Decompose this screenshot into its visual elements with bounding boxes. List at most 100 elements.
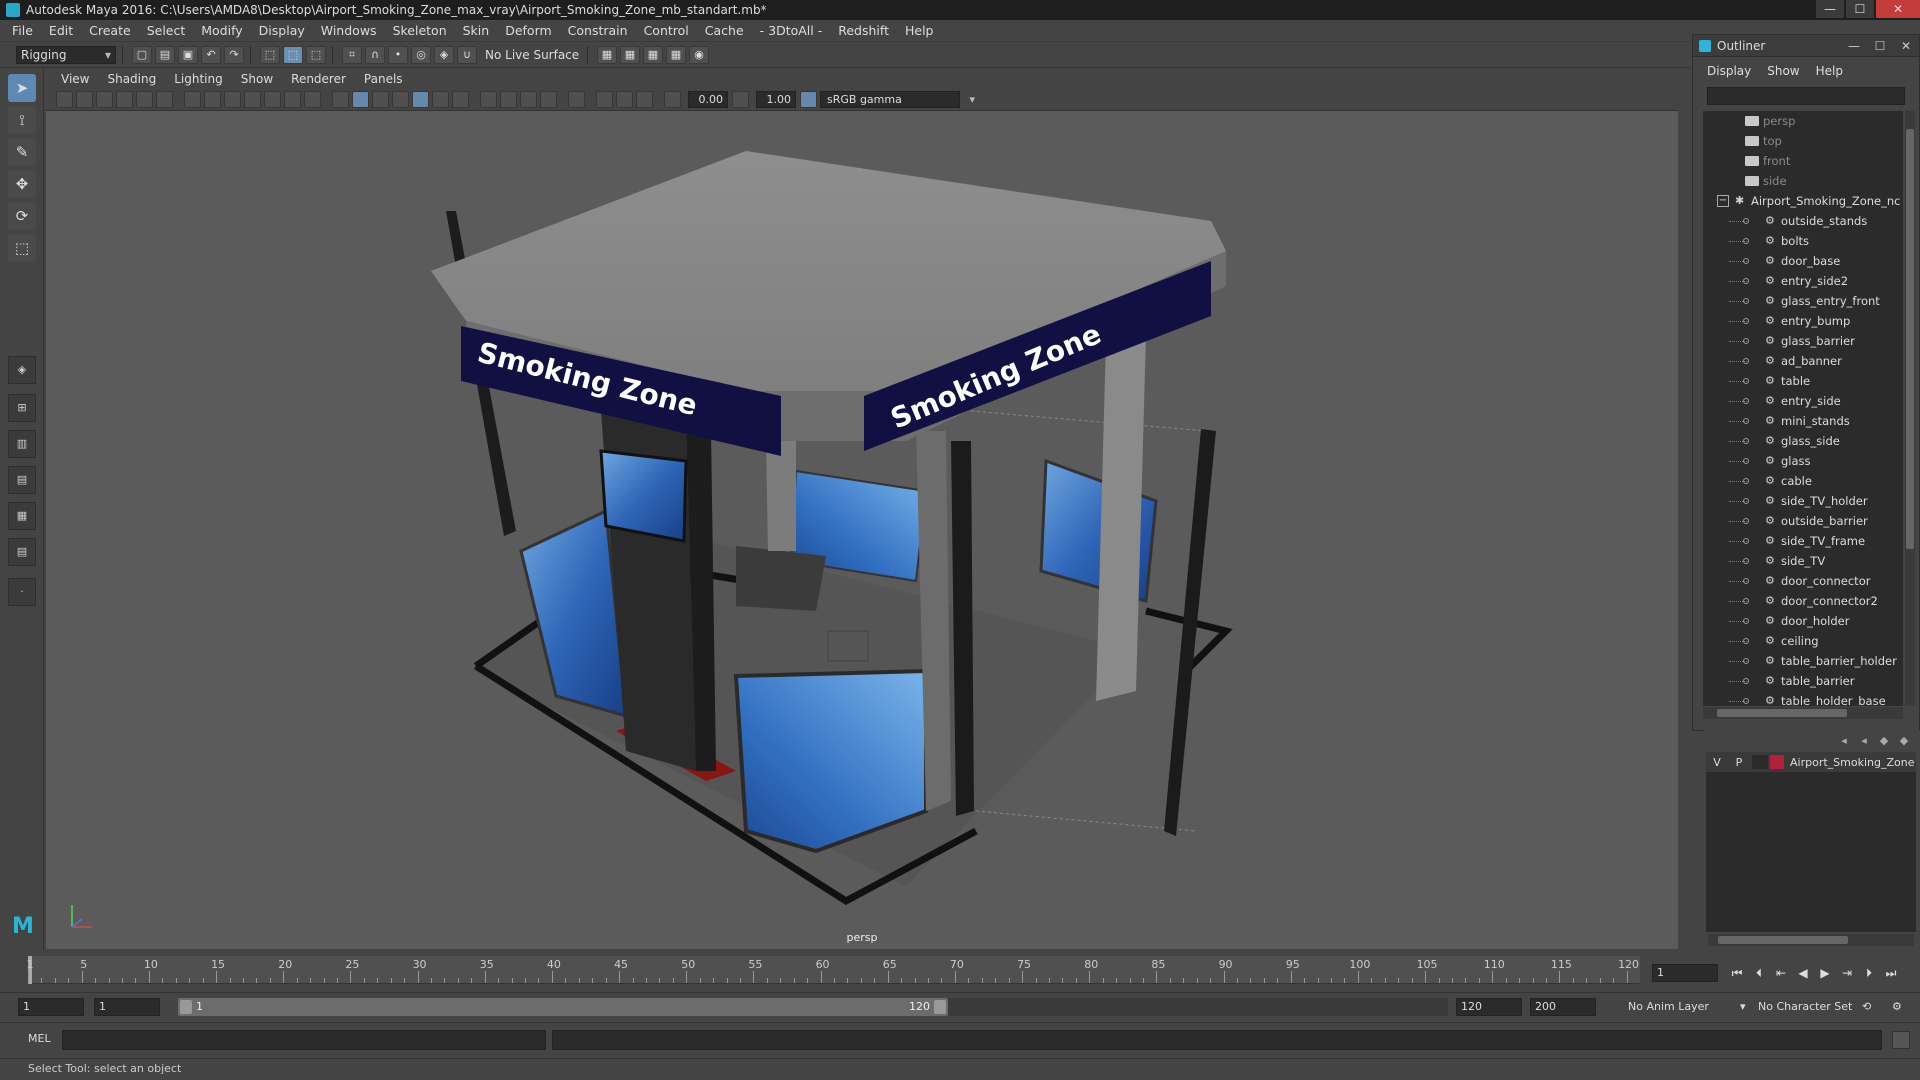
- xray-joints-icon[interactable]: [636, 91, 653, 108]
- menu-select[interactable]: Select: [139, 23, 194, 38]
- outliner-item[interactable]: ⚙ entry_side: [1703, 391, 1903, 411]
- range-handle-end[interactable]: [934, 1000, 946, 1014]
- animation-end-field[interactable]: 200: [1530, 998, 1596, 1016]
- outliner-item[interactable]: ⚙ ad_banner: [1703, 351, 1903, 371]
- persp-graph-icon[interactable]: ▤: [8, 538, 36, 566]
- field-chart-icon[interactable]: [264, 91, 281, 108]
- command-input[interactable]: [62, 1030, 546, 1050]
- time-slider-track[interactable]: 1 5 10 15 20 25 30 35 40 45 50 55 60 65 70 75 80 85 90 95 10…: [27, 956, 1640, 984]
- range-slider[interactable]: 1 120: [178, 998, 1448, 1016]
- smooth-shade-icon[interactable]: [352, 91, 369, 108]
- layout-menu-icon[interactable]: ·: [8, 578, 36, 606]
- gamma-field[interactable]: 1.00: [756, 91, 796, 108]
- outliner-item[interactable]: ⚙ mini_stands: [1703, 411, 1903, 431]
- shadows-icon[interactable]: [452, 91, 469, 108]
- current-frame-field[interactable]: 1: [1652, 964, 1718, 982]
- 2d-pan-zoom-icon[interactable]: [136, 91, 153, 108]
- outliner-camera-side[interactable]: side: [1703, 171, 1903, 191]
- outliner-item[interactable]: ⚙ side_TV_holder: [1703, 491, 1903, 511]
- playback-end-field[interactable]: 120: [1456, 998, 1522, 1016]
- select-tool-icon[interactable]: ➤: [8, 74, 36, 102]
- color-management-icon[interactable]: [800, 91, 817, 108]
- layer-visibility-toggle[interactable]: V: [1706, 756, 1728, 769]
- snap-point-icon[interactable]: •: [388, 45, 408, 64]
- save-scene-icon[interactable]: ▣: [178, 45, 198, 64]
- menu-skin[interactable]: Skin: [455, 23, 498, 38]
- menu-deform[interactable]: Deform: [497, 23, 559, 38]
- hypershade-icon[interactable]: ◉: [689, 45, 709, 64]
- xray-icon[interactable]: [596, 91, 613, 108]
- panel-menu-shading[interactable]: Shading: [98, 72, 165, 86]
- menu-display[interactable]: Display: [251, 23, 313, 38]
- outliner-menu-help[interactable]: Help: [1808, 64, 1851, 78]
- outliner-item[interactable]: ⚙ table_barrier: [1703, 671, 1903, 691]
- snap-surface-icon[interactable]: ◈: [434, 45, 454, 64]
- scale-tool-icon[interactable]: ⬚: [8, 234, 36, 262]
- outliner-item[interactable]: ⚙ bolts: [1703, 231, 1903, 251]
- outliner-item[interactable]: ⚙ outside_barrier: [1703, 511, 1903, 531]
- gamma-icon[interactable]: [732, 91, 749, 108]
- menu-help[interactable]: Help: [897, 23, 942, 38]
- new-layer-selected-icon[interactable]: ◆: [1894, 734, 1914, 747]
- scrollbar-thumb[interactable]: [1717, 709, 1847, 717]
- ipr-render-icon[interactable]: ▦: [643, 45, 663, 64]
- outliner-menu-display[interactable]: Display: [1699, 64, 1759, 78]
- open-scene-icon[interactable]: ▤: [155, 45, 175, 64]
- anim-layer-dropdown[interactable]: No Anim Layer: [1628, 998, 1709, 1016]
- outliner-item[interactable]: ⚙ glass_side: [1703, 431, 1903, 451]
- go-to-end-icon[interactable]: ⏭: [1880, 964, 1902, 982]
- menu-cache[interactable]: Cache: [697, 23, 752, 38]
- paint-select-icon[interactable]: ✎: [8, 138, 36, 166]
- outliner-camera-front[interactable]: front: [1703, 151, 1903, 171]
- wireframe-on-shaded-icon[interactable]: [392, 91, 409, 108]
- camera-select-icon[interactable]: [56, 91, 73, 108]
- film-gate-icon[interactable]: [204, 91, 221, 108]
- character-set-dropdown[interactable]: No Character Set: [1758, 998, 1852, 1016]
- snap-grid-icon[interactable]: ⌗: [342, 45, 362, 64]
- menu-file[interactable]: File: [4, 23, 41, 38]
- depth-of-field-icon[interactable]: [540, 91, 557, 108]
- outliner-root-group[interactable]: − ✱ Airport_Smoking_Zone_nc: [1703, 191, 1903, 211]
- safe-action-icon[interactable]: [284, 91, 301, 108]
- play-forward-icon[interactable]: ▶: [1814, 964, 1836, 982]
- outliner-item[interactable]: ⚙ cable: [1703, 471, 1903, 491]
- step-forward-frame-icon[interactable]: ⏵: [1858, 964, 1880, 982]
- select-component-icon[interactable]: ⬚: [306, 45, 326, 64]
- step-back-frame-icon[interactable]: ⏴: [1748, 964, 1770, 982]
- menu-modify[interactable]: Modify: [193, 23, 250, 38]
- outliner-item[interactable]: ⚙ door_holder: [1703, 611, 1903, 631]
- outliner-item[interactable]: ⚙ ceiling: [1703, 631, 1903, 651]
- outliner-maximize-button[interactable]: ☐: [1867, 39, 1893, 53]
- outliner-item[interactable]: ⚙ entry_bump: [1703, 311, 1903, 331]
- render-settings-icon[interactable]: ▦: [597, 45, 617, 64]
- outliner-item[interactable]: ⚙ door_connector2: [1703, 591, 1903, 611]
- render-view-icon[interactable]: ▦: [666, 45, 686, 64]
- panel-menu-view[interactable]: View: [52, 72, 98, 86]
- panel-menu-lighting[interactable]: Lighting: [165, 72, 232, 86]
- textured-icon[interactable]: [412, 91, 429, 108]
- xray-active-icon[interactable]: [616, 91, 633, 108]
- outliner-menu-show[interactable]: Show: [1759, 64, 1807, 78]
- live-surface-label[interactable]: No Live Surface: [481, 46, 581, 64]
- bookmark-icon[interactable]: [96, 91, 113, 108]
- exposure-field[interactable]: 0.00: [688, 91, 728, 108]
- outliner-layout-icon[interactable]: ▤: [8, 466, 36, 494]
- script-editor-icon[interactable]: [1892, 1031, 1910, 1049]
- side-by-side-icon[interactable]: ▥: [8, 430, 36, 458]
- outliner-item[interactable]: ⚙ glass_barrier: [1703, 331, 1903, 351]
- outliner-camera-top[interactable]: top: [1703, 131, 1903, 151]
- outliner-minimize-button[interactable]: —: [1841, 39, 1867, 53]
- menu-skeleton[interactable]: Skeleton: [385, 23, 455, 38]
- rotate-tool-icon[interactable]: ⟳: [8, 202, 36, 230]
- menu-3dtoall[interactable]: - 3DtoAll -: [752, 23, 831, 38]
- menu-create[interactable]: Create: [81, 23, 139, 38]
- snap-view-icon[interactable]: ◎: [411, 45, 431, 64]
- outliner-vertical-scrollbar[interactable]: [1905, 111, 1915, 706]
- scrollbar-thumb[interactable]: [1718, 936, 1848, 944]
- animation-start-field[interactable]: 1: [18, 998, 84, 1016]
- menu-control[interactable]: Control: [636, 23, 697, 38]
- new-layer-icon[interactable]: ◆: [1874, 734, 1894, 747]
- command-language-label[interactable]: MEL: [28, 1032, 51, 1045]
- snap-curve-icon[interactable]: ∩: [365, 45, 385, 64]
- layer-color-swatch[interactable]: [1770, 755, 1784, 769]
